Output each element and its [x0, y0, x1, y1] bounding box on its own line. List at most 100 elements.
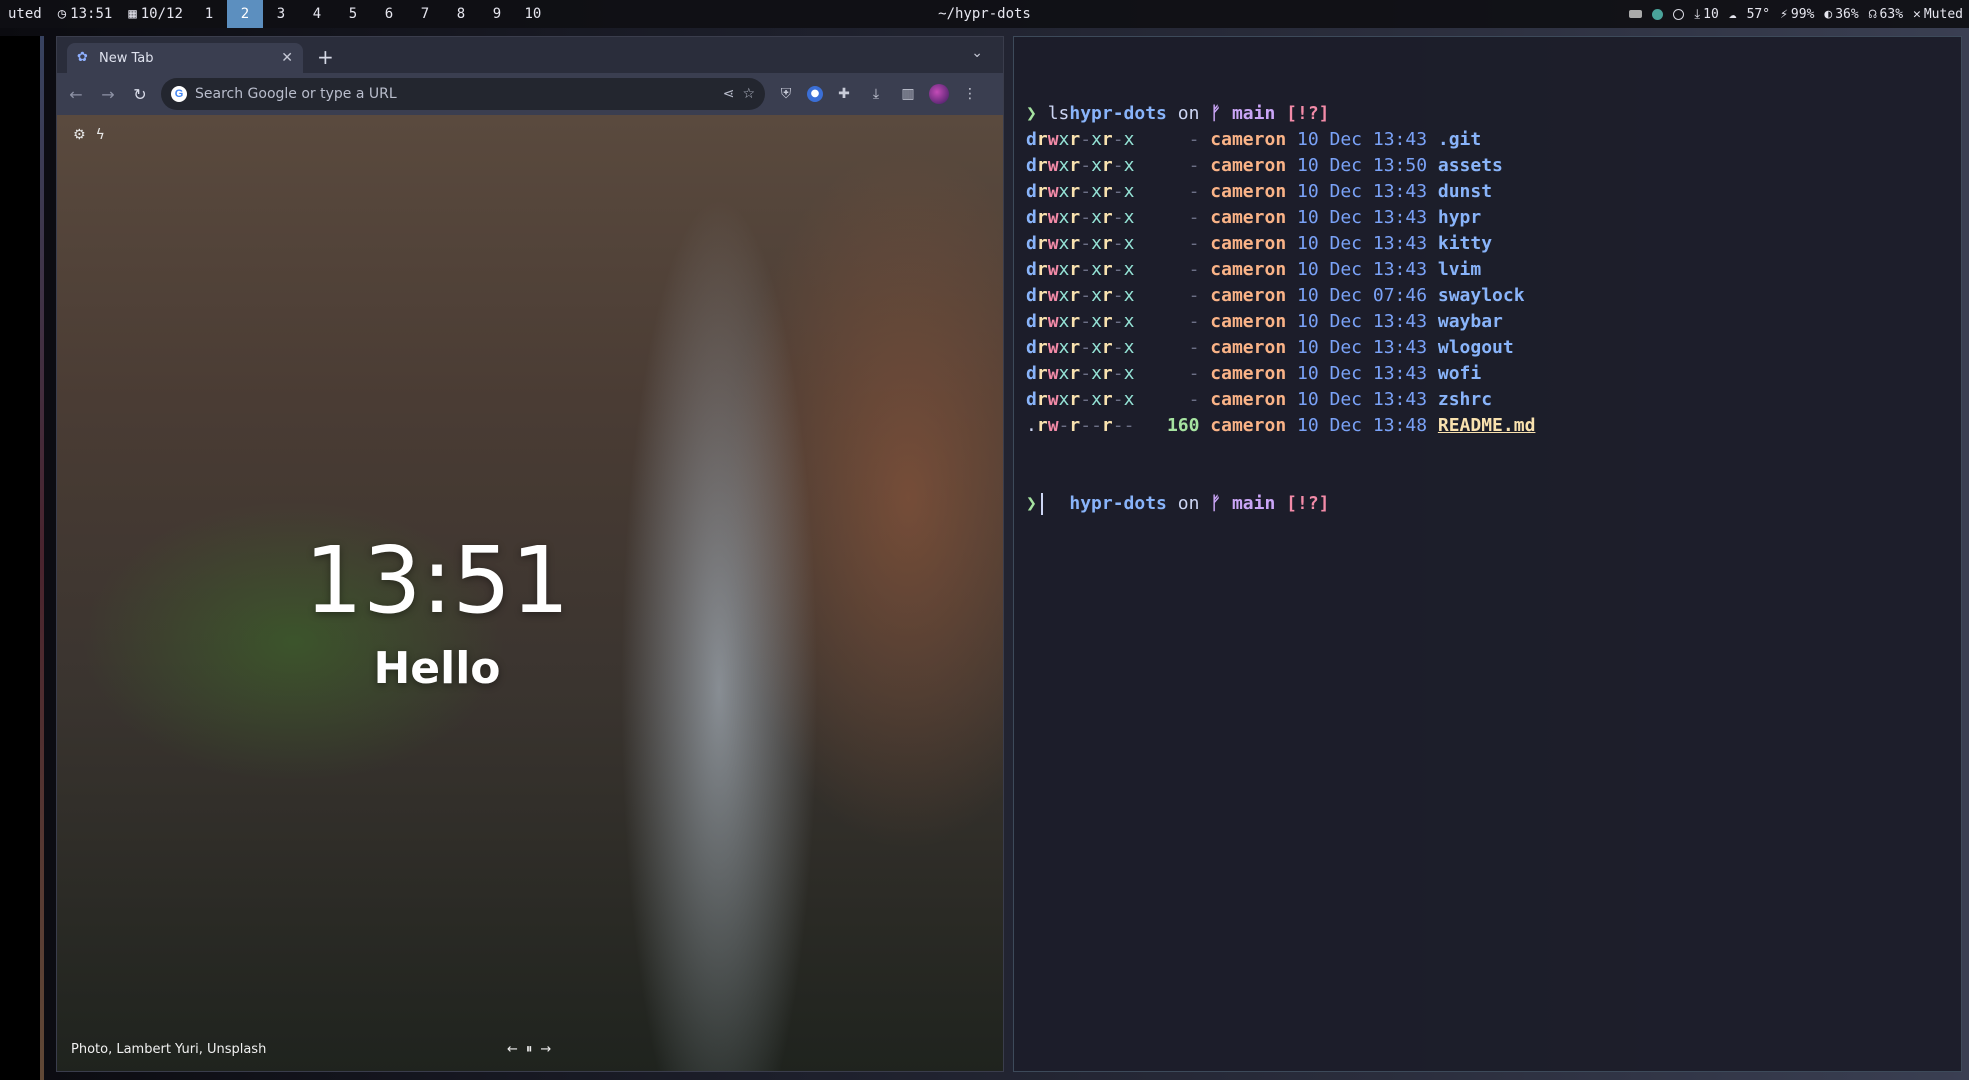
- back-button[interactable]: ←: [65, 85, 87, 104]
- ls-user: cameron: [1210, 155, 1287, 176]
- workspace-button[interactable]: 2: [226, 0, 263, 28]
- ls-permissions: drwxr-xr-x: [1026, 363, 1135, 384]
- git-branch-icon: ᚠ: [1210, 493, 1222, 514]
- ls-user: cameron: [1210, 129, 1287, 150]
- ls-filename[interactable]: assets: [1438, 155, 1503, 176]
- battery-module[interactable]: ⚡ 99%: [1780, 7, 1814, 22]
- clock-icon: ◷: [57, 6, 67, 22]
- ls-row: drwxr-xr-x - cameron 10 Dec 13:43 dunst: [1026, 179, 1961, 205]
- active-window-title: ~/hypr-dots: [938, 6, 1031, 22]
- ls-row: .rw-r--r-- 160 cameron 10 Dec 13:48 READ…: [1026, 413, 1961, 439]
- ls-filename[interactable]: wofi: [1438, 363, 1481, 384]
- tray-circle-icon[interactable]: [1673, 8, 1685, 20]
- reload-button[interactable]: ↻: [129, 85, 151, 104]
- volume-muted-label: Muted: [1923, 6, 1963, 22]
- ls-date: 10 Dec 13:43: [1286, 389, 1438, 410]
- workspace-button[interactable]: 9: [479, 0, 515, 28]
- temperature-module[interactable]: 57°: [1747, 7, 1770, 22]
- tab-search-chevron-down-icon[interactable]: ⌄: [971, 45, 983, 61]
- ls-filename[interactable]: waybar: [1438, 311, 1503, 332]
- updates-module[interactable]: ⤓ 10: [1694, 7, 1718, 22]
- ublock-shield-icon[interactable]: ⛨: [775, 86, 797, 102]
- ls-size: -: [1134, 389, 1211, 410]
- ls-date: 10 Dec 13:43: [1286, 129, 1438, 150]
- next-photo-icon[interactable]: →: [540, 1042, 551, 1057]
- git-branch: main: [1231, 493, 1276, 514]
- tab-new-tab[interactable]: ✿ New Tab ✕: [67, 43, 303, 73]
- bookmark-star-icon[interactable]: ☆: [742, 86, 755, 102]
- downloads-icon[interactable]: ⤓: [865, 86, 887, 102]
- settings-gear-icon[interactable]: ⚙: [73, 127, 86, 143]
- prompt-symbol: ❯: [1026, 493, 1037, 514]
- side-panel-icon[interactable]: ▥: [897, 86, 919, 102]
- new-tab-button[interactable]: +: [317, 45, 334, 69]
- previous-photo-icon[interactable]: ←: [507, 1042, 518, 1057]
- menu-kebab-icon[interactable]: ⋮: [959, 86, 981, 102]
- cloud-icon: ☁: [1728, 6, 1737, 22]
- ls-row: drwxr-xr-x - cameron 10 Dec 13:43 zshrc: [1026, 387, 1961, 413]
- pause-photo-icon[interactable]: ⏸: [526, 1042, 533, 1057]
- headphones-icon: ☊: [1868, 6, 1877, 22]
- ls-filename[interactable]: kitty: [1438, 233, 1492, 254]
- ls-filename[interactable]: wlogout: [1438, 337, 1514, 358]
- prompt-on: on: [1177, 103, 1200, 124]
- workspace-button[interactable]: 5: [335, 0, 371, 28]
- tray-shield-icon[interactable]: [1652, 8, 1664, 20]
- ls-filename[interactable]: README.md: [1438, 415, 1536, 436]
- ls-filename[interactable]: .git: [1438, 129, 1481, 150]
- workspace-button[interactable]: 1: [191, 0, 227, 28]
- git-status: [!?]: [1286, 103, 1330, 124]
- ls-row: drwxr-xr-x - cameron 10 Dec 13:43 waybar: [1026, 309, 1961, 335]
- terminal-window[interactable]: hypr-dots on ᚠ main [!?] ❯ ls drwxr-xr-x…: [1013, 36, 1962, 1072]
- ls-date: 10 Dec 13:43: [1286, 181, 1438, 202]
- workspace-button[interactable]: 8: [443, 0, 479, 28]
- ls-permissions: drwxr-xr-x: [1026, 155, 1135, 176]
- ls-filename[interactable]: lvim: [1438, 259, 1481, 280]
- forward-button[interactable]: →: [97, 85, 119, 104]
- ls-date: 10 Dec 07:46: [1286, 285, 1438, 306]
- close-tab-icon[interactable]: ✕: [281, 50, 293, 66]
- date-label: 10/12: [140, 6, 183, 22]
- ls-size: -: [1134, 155, 1211, 176]
- tray-icon[interactable]: [1629, 10, 1643, 18]
- workspace-button[interactable]: 10: [515, 0, 551, 28]
- clock-module[interactable]: ◷ 13:51: [50, 0, 121, 28]
- date-module[interactable]: ▦ 10/12: [120, 0, 191, 28]
- photo-credit[interactable]: Photo, Lambert Yuri, Unsplash: [71, 1042, 266, 1057]
- volume-module[interactable]: ✕ Muted: [1913, 7, 1963, 22]
- temperature-label: 57°: [1746, 6, 1771, 22]
- share-icon[interactable]: ⋖: [723, 86, 735, 102]
- volume-status-left[interactable]: uted: [0, 0, 50, 28]
- ls-date: 10 Dec 13:43: [1286, 259, 1438, 280]
- headphones-module[interactable]: ☊ 63%: [1869, 7, 1903, 22]
- workspace-button[interactable]: 3: [263, 0, 299, 28]
- calendar-icon: ▦: [128, 6, 137, 22]
- password-manager-icon[interactable]: ●: [807, 86, 823, 102]
- ls-filename[interactable]: zshrc: [1438, 389, 1492, 410]
- address-bar[interactable]: G Search Google or type a URL ⋖ ☆: [161, 78, 765, 110]
- workspace-button[interactable]: 7: [407, 0, 443, 28]
- ls-size: -: [1134, 181, 1211, 202]
- bolt-icon[interactable]: ϟ: [96, 127, 105, 143]
- extensions-puzzle-icon[interactable]: ✚: [833, 86, 855, 102]
- tab-strip: ✿ New Tab ✕ + ⌄: [57, 37, 1003, 73]
- ls-permissions: .rw-r--r--: [1026, 415, 1135, 436]
- workspace-button[interactable]: 6: [371, 0, 407, 28]
- prompt-directory: hypr-dots: [1069, 493, 1167, 514]
- battery-charging-icon: ⚡: [1780, 6, 1788, 22]
- ls-permissions: drwxr-xr-x: [1026, 207, 1135, 228]
- ls-date: 10 Dec 13:43: [1286, 207, 1438, 228]
- prompt-symbol: ❯: [1026, 103, 1037, 124]
- ls-permissions: drwxr-xr-x: [1026, 129, 1135, 150]
- workspace-button[interactable]: 4: [299, 0, 335, 28]
- ls-filename[interactable]: dunst: [1438, 181, 1492, 202]
- ls-row: drwxr-xr-x - cameron 10 Dec 13:50 assets: [1026, 153, 1961, 179]
- brightness-module[interactable]: ◐ 36%: [1824, 7, 1858, 22]
- ls-filename[interactable]: swaylock: [1438, 285, 1525, 306]
- google-icon: G: [171, 86, 187, 102]
- ls-row: drwxr-xr-x - cameron 10 Dec 13:43 wlogou…: [1026, 335, 1961, 361]
- ls-filename[interactable]: hypr: [1438, 207, 1481, 228]
- ls-user: cameron: [1210, 337, 1287, 358]
- profile-avatar[interactable]: [929, 84, 949, 104]
- weather-module[interactable]: ☁: [1729, 7, 1737, 22]
